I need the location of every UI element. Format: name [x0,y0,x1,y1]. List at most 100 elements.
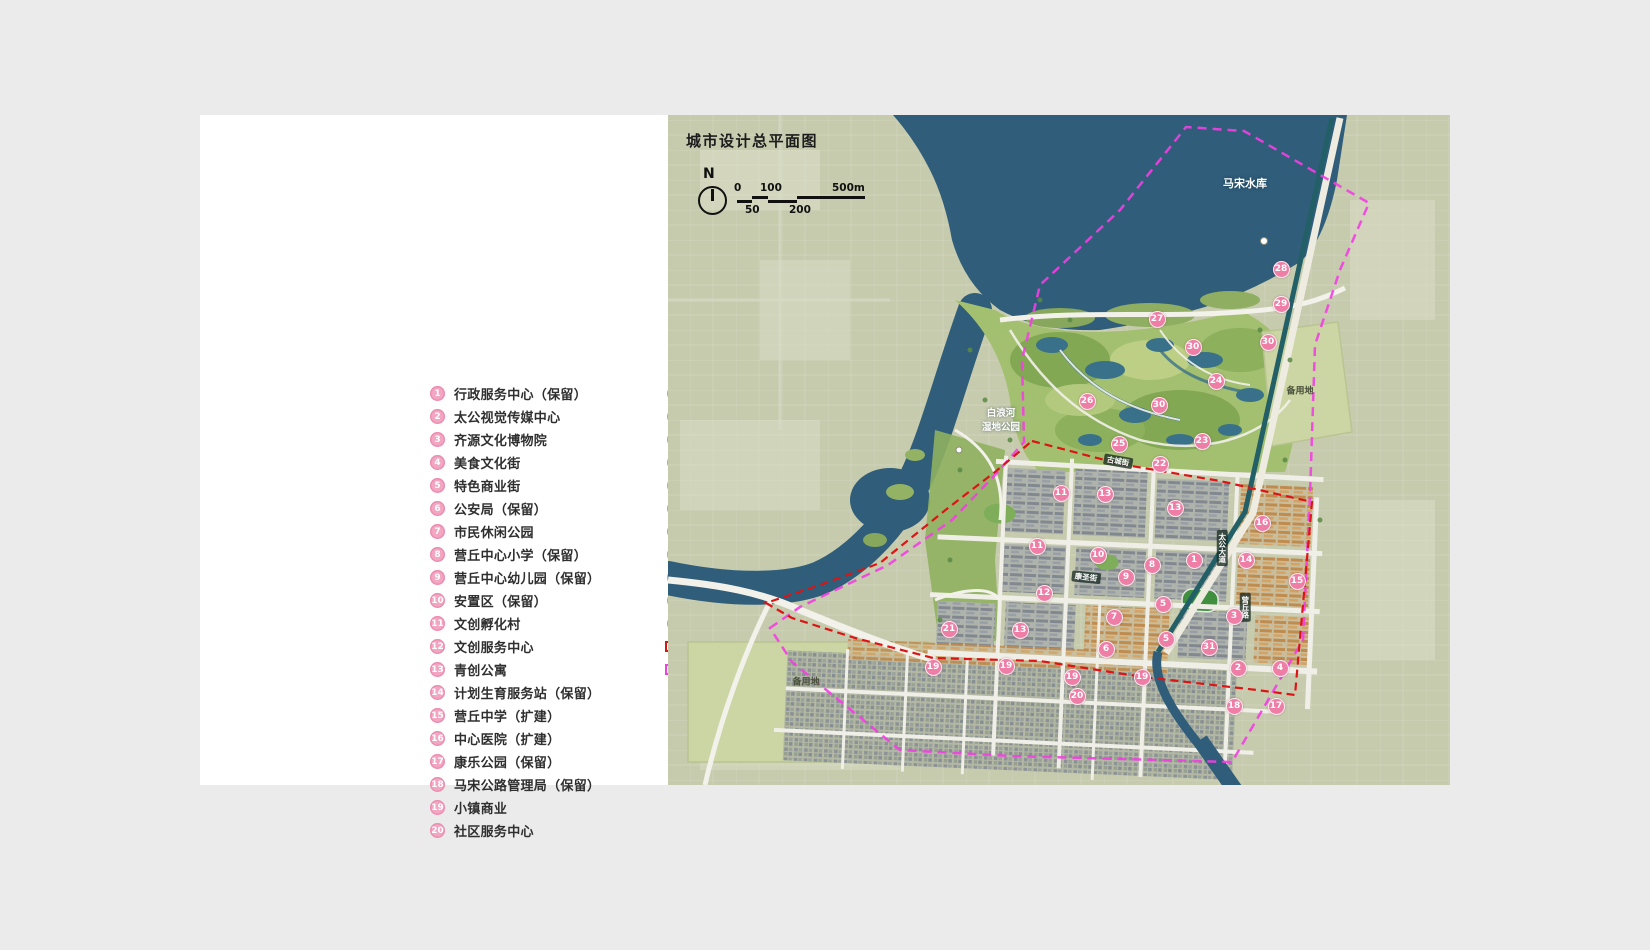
legend-item-number-badge: 5 [430,478,445,493]
legend-item-number-badge: 9 [430,570,445,585]
map-marker-28: 28 [1273,261,1290,278]
map-marker-25: 25 [1111,436,1128,453]
scale-tick-50: 50 [745,204,760,216]
legend-item-number-badge: 19 [430,800,445,815]
scale-bar-segment [737,200,752,203]
map-marker-17: 17 [1268,698,1285,715]
map-marker-14: 14 [1238,552,1255,569]
legend-panel: 1行政服务中心（保留）2太公视觉传媒中心 3 齐源文化博物院 4 美食文化街 5 特色商业街… [200,115,668,785]
legend-item-label: 市民休闲公园 [454,522,534,541]
legend-item: 14 计划生育服务站（保留） [430,681,600,704]
legend-item-number-badge: 15 [430,708,445,723]
legend-item-label: 文创孵化村 [454,614,521,633]
legend-item-number-badge: 4 [430,455,445,470]
legend-item-number-badge: 7 [430,524,445,539]
map-marker-16: 16 [1254,515,1271,532]
legend-item-label: 社区服务中心 [454,821,534,840]
map-marker-18: 18 [1226,698,1243,715]
legend-item-label: 文创服务中心 [454,637,534,656]
legend-item: 8营丘中心小学（保留） [430,543,600,566]
legend-item: 12文创服务中心 [430,635,600,658]
map-area-label: 湿地公园 [982,419,1020,433]
map-area-label: 马宋水库 [1223,175,1267,191]
map-terrain [668,115,1450,785]
legend-item-number-badge: 3 [430,432,445,447]
legend-item-number-badge: 18 [430,777,445,792]
legend-item-number-badge: 10 [430,593,445,608]
legend-item-label: 太公视觉传媒中心 [454,407,560,426]
legend-item-number-badge: 11 [430,616,445,631]
legend-item-number-badge: 1 [430,386,445,401]
map-marker-13: 13 [1167,500,1184,517]
map-marker-22: 22 [1152,456,1169,473]
map-marker-6: 6 [1098,641,1115,658]
legend-item-label: 齐源文化博物院 [454,430,547,449]
legend-item-label: 公安局（保留） [454,499,547,518]
legend-item: 5 特色商业街 [430,474,600,497]
map-area-label: 备用地 [1286,384,1313,397]
map-marker-19: 19 [925,659,942,676]
legend-item: 4 美食文化街 [430,451,600,474]
legend-item: 6公安局（保留） [430,497,600,520]
map-marker-26: 26 [1079,393,1096,410]
scale-tick-0: 0 [734,182,741,194]
legend-item: 20 社区服务中心 [430,819,600,842]
map-marker-30: 30 [1151,397,1168,414]
map-marker-11: 11 [1053,485,1070,502]
legend-item-label: 营丘中学（扩建） [454,706,560,725]
map-marker-5: 5 [1158,631,1175,648]
legend-item-number-badge: 14 [430,685,445,700]
map-marker-11: 11 [1029,538,1046,555]
legend-item: 11 文创孵化村 [430,612,600,635]
legend-item-number-badge: 17 [430,754,445,769]
map-marker-24: 24 [1208,373,1225,390]
map-area-label: 白浪河 [987,405,1016,419]
legend-item: 19 小镇商业 [430,796,600,819]
map-marker-3: 3 [1226,608,1243,625]
map-marker-15: 15 [1289,573,1306,590]
map-marker-7: 7 [1106,609,1123,626]
legend-column-1: 1行政服务中心（保留）2太公视觉传媒中心 3 齐源文化博物院 4 美食文化街 5 特色商业街… [430,382,600,842]
map-marker-4: 4 [1272,660,1289,677]
legend-item-label: 营丘中心小学（保留） [454,545,587,564]
map-marker-30: 30 [1260,334,1277,351]
legend-item: 7 市民休闲公园 [430,520,600,543]
map-marker-1: 1 [1186,552,1203,569]
scale-tick-100: 100 [760,182,782,194]
map-marker-30: 30 [1185,339,1202,356]
scale-bar-segment [768,200,797,203]
legend-item-label: 马宋公路管理局（保留） [454,775,600,794]
north-arrow-label: N [703,166,715,182]
map-marker-8: 8 [1144,557,1161,574]
legend-item-label: 小镇商业 [454,798,507,817]
legend-item-number-badge: 20 [430,823,445,838]
scale-tick-200: 200 [789,204,811,216]
scale-tick-500m: 500m [832,182,865,194]
legend-item-label: 安置区（保留） [454,591,547,610]
map-marker-2: 2 [1230,660,1247,677]
legend-item: 2太公视觉传媒中心 [430,405,600,428]
map-marker-21: 21 [941,621,958,638]
legend-item-number-badge: 16 [430,731,445,746]
legend-item: 9 营丘中心幼儿园（保留） [430,566,600,589]
legend-item: 13青创公寓 [430,658,600,681]
legend-item: 1行政服务中心（保留） [430,382,600,405]
map-marker-27: 27 [1149,311,1166,328]
legend-item: 10 安置区（保留） [430,589,600,612]
map-marker-10: 10 [1090,547,1107,564]
legend-item-label: 康乐公园（保留） [454,752,560,771]
plan-page: 1行政服务中心（保留）2太公视觉传媒中心3齐源文化博物院4美食文化街5特色商业街… [0,0,1650,950]
legend-item-label: 特色商业街 [454,476,521,495]
legend-item-label: 计划生育服务站（保留） [454,683,600,702]
legend-item-label: 营丘中心幼儿园（保留） [454,568,600,587]
legend-item-number-badge: 13 [430,662,445,677]
map-marker-12: 12 [1036,585,1053,602]
legend-item-label: 中心医院（扩建） [454,729,560,748]
map-marker-20: 20 [1069,688,1086,705]
map-marker-19: 19 [998,658,1015,675]
north-arrow-needle [711,189,714,201]
road-name-label: 太公大道 [1217,530,1228,566]
map-marker-19: 19 [1134,669,1151,686]
legend-item-label: 美食文化街 [454,453,521,472]
legend-item: 16 中心医院（扩建） [430,727,600,750]
